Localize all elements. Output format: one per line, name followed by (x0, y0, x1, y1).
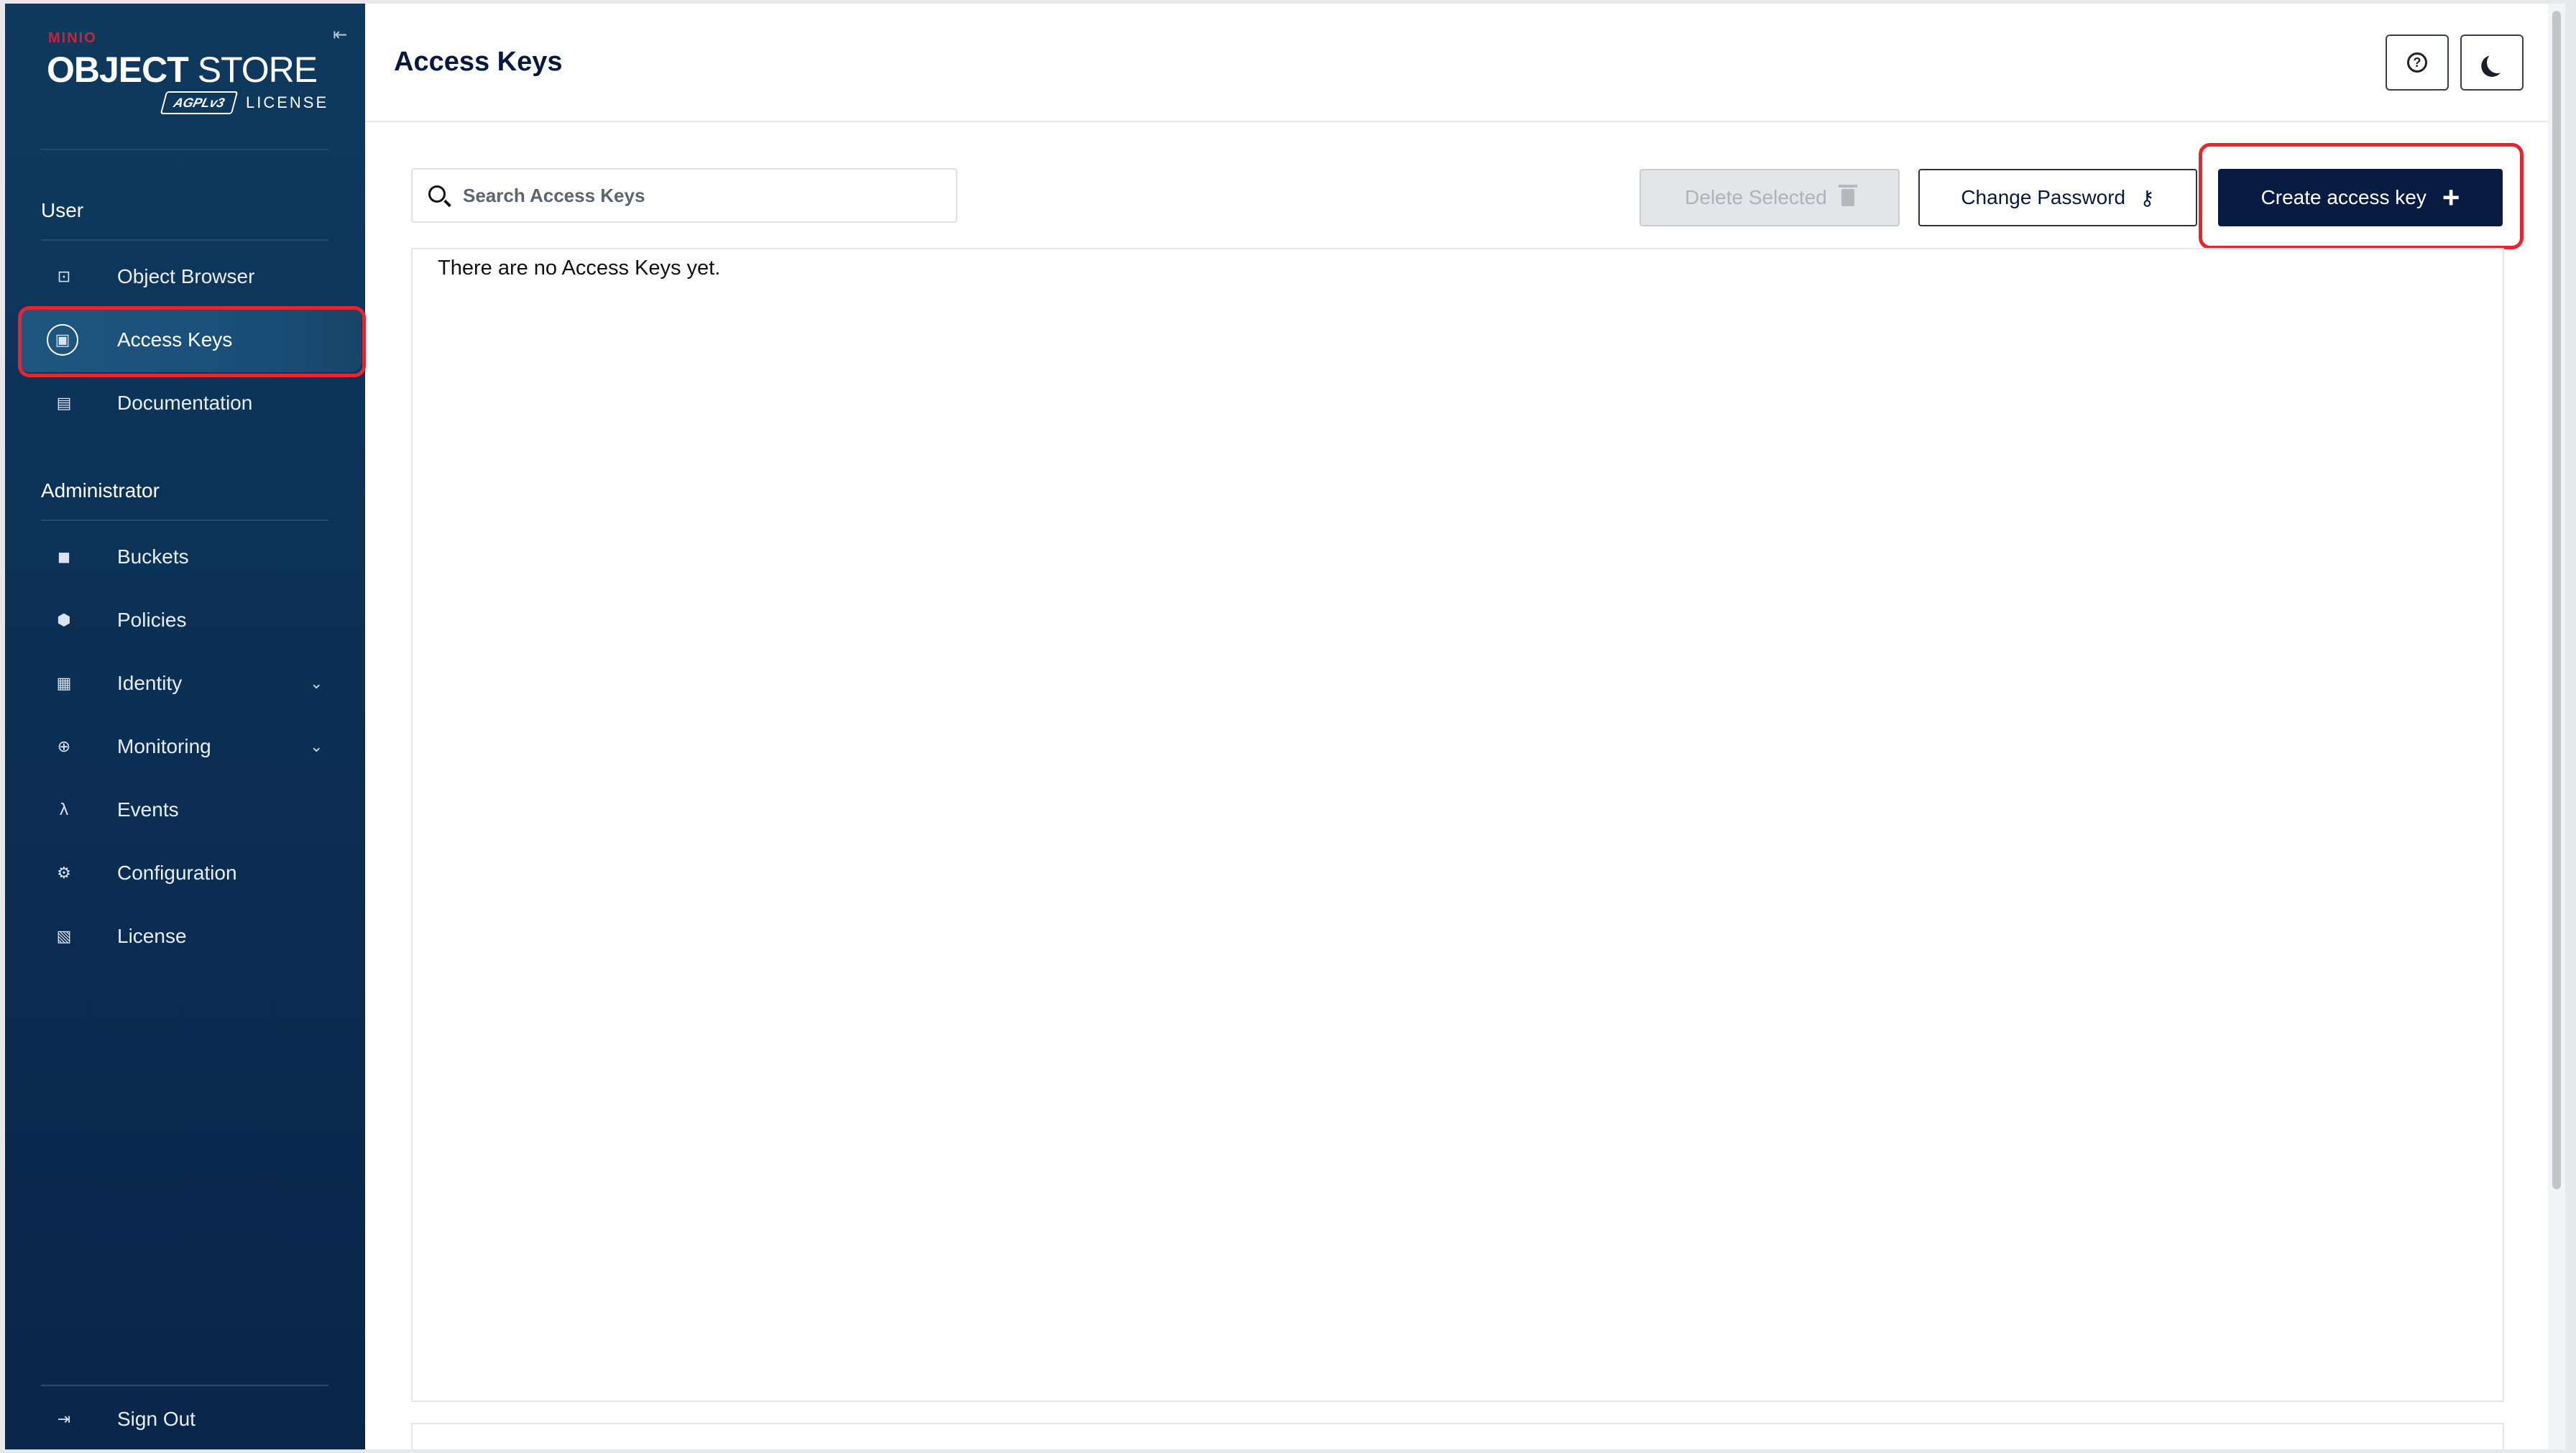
change-password-button[interactable]: Change Password ⚷ (1918, 169, 2197, 226)
help-button[interactable]: ? (2386, 34, 2449, 91)
sidebar-item-label: Events (117, 798, 179, 821)
brand-product-light: STORE (197, 50, 318, 90)
brand-product: OBJECT STORE (47, 48, 318, 91)
license-label: LICENSE (246, 93, 329, 111)
page-scrollbar[interactable] (2548, 4, 2565, 1449)
key-icon: ⚷ (2140, 185, 2155, 210)
pagination-panel (411, 1423, 2504, 1449)
sidebar-item-configuration[interactable]: ⚙ Configuration (19, 841, 362, 905)
sidebar-item-label: Access Keys (117, 328, 233, 351)
monitoring-icon: ⊕ (57, 737, 71, 756)
sidebar-divider (41, 1385, 328, 1386)
moon-icon (2484, 49, 2511, 76)
brand-company: MINIO (48, 30, 97, 46)
sign-out-button[interactable]: ⇥ Sign Out (19, 1387, 362, 1449)
lambda-icon: λ (59, 801, 69, 819)
sidebar-item-label: Configuration (117, 862, 237, 884)
delete-selected-button[interactable]: Delete Selected (1639, 169, 1900, 226)
sidebar-item-label: Monitoring (117, 735, 211, 757)
sidebar-item-label: Policies (117, 609, 187, 631)
trash-icon (1838, 185, 1857, 206)
sidebar-item-license[interactable]: ▧ License (19, 904, 362, 969)
sidebar-item-access-keys[interactable]: ▣ Access Keys (19, 308, 362, 372)
sidebar-item-policies[interactable]: ⬢ Policies (19, 588, 362, 652)
identity-icon: ▦ (56, 674, 72, 693)
search-icon (428, 185, 446, 203)
sidebar-item-documentation[interactable]: ▤ Documentation (19, 371, 362, 435)
chevron-down-icon[interactable]: ⌄ (310, 738, 323, 756)
page-header: Access Keys ? (365, 4, 2565, 122)
brand-product-bold: OBJECT (47, 50, 189, 90)
section-title-user: User (41, 199, 84, 221)
object-browser-icon: ⊡ (57, 267, 71, 286)
sidebar-item-monitoring[interactable]: ⊕ Monitoring ⌄ (19, 714, 362, 779)
sidebar-item-buckets[interactable]: ◼ Buckets (19, 525, 362, 589)
sidebar-item-events[interactable]: λ Events (19, 778, 362, 842)
license-badge: AGPLv3 (160, 91, 239, 114)
create-access-key-label: Create access key (2260, 186, 2426, 208)
change-password-label: Change Password (1961, 186, 2126, 208)
sidebar-item-label: License (117, 925, 187, 947)
app-window: ⇤ MINIO OBJECT STORE AGPLv3 LICENSE User… (5, 4, 2565, 1449)
create-access-key-button[interactable]: Create access key + (2218, 169, 2503, 226)
sidebar-item-label: Object Browser (117, 265, 255, 287)
sign-out-icon: ⇥ (57, 1410, 71, 1429)
help-icon: ? (2407, 52, 2427, 73)
delete-selected-label: Delete Selected (1685, 186, 1827, 208)
license-icon: ▧ (56, 927, 72, 946)
search-field[interactable] (411, 168, 957, 223)
sidebar-item-identity[interactable]: ▦ Identity ⌄ (19, 651, 362, 716)
documentation-icon: ▤ (56, 394, 72, 412)
sidebar-item-label: Documentation (117, 392, 253, 414)
section-title-administrator: Administrator (41, 479, 160, 502)
sidebar-item-label: Buckets (117, 545, 189, 568)
scrollbar-thumb[interactable] (2552, 11, 2561, 1189)
sidebar-divider (41, 520, 328, 521)
policies-icon: ⬢ (57, 611, 71, 629)
page-title: Access Keys (394, 47, 563, 77)
access-keys-list: There are no Access Keys yet. (411, 248, 2504, 1402)
empty-state-message: There are no Access Keys yet. (438, 257, 721, 280)
sidebar: ⇤ MINIO OBJECT STORE AGPLv3 LICENSE User… (5, 4, 365, 1449)
search-input[interactable] (463, 170, 944, 221)
sign-out-label: Sign Out (117, 1408, 196, 1430)
access-keys-icon: ▣ (47, 324, 78, 356)
sidebar-divider (41, 149, 328, 150)
buckets-icon: ◼ (57, 548, 71, 566)
chevron-down-icon[interactable]: ⌄ (310, 675, 323, 693)
sidebar-divider (41, 239, 328, 241)
plus-icon: + (2442, 180, 2460, 214)
collapse-sidebar-icon[interactable]: ⇤ (329, 24, 351, 45)
gear-icon: ⚙ (57, 864, 71, 882)
theme-toggle-button[interactable] (2460, 34, 2524, 91)
sidebar-item-object-browser[interactable]: ⊡ Object Browser (19, 244, 362, 309)
sidebar-item-label: Identity (117, 672, 183, 694)
